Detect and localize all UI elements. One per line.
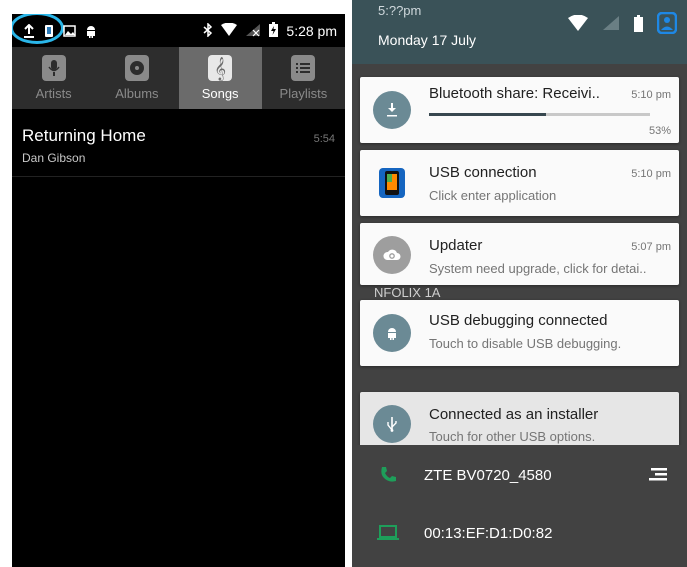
notification-updater[interactable]: Updater System need upgrade, click for d… (360, 223, 679, 285)
notification-usb-debugging[interactable]: USB debugging connected Touch to disable… (360, 300, 679, 366)
tab-artists-label: Artists (35, 86, 72, 101)
status-bar: 5:28 pm (12, 14, 345, 48)
notification-title: Updater (429, 237, 483, 254)
notification-subtitle: Touch for other USB options. (429, 429, 596, 444)
obscured-text: NFOLIX 1A (374, 285, 441, 300)
android-icon (373, 314, 411, 352)
notification-subtitle: System need upgrade, click for detai.. (429, 261, 647, 276)
device-label: ZTE BV0720_4580 (424, 466, 552, 484)
wifi-icon (568, 14, 588, 36)
upload-icon (22, 23, 36, 39)
tab-albums[interactable]: Albums (95, 47, 178, 109)
song-duration: 5:54 (313, 133, 335, 145)
playlist-icon (291, 55, 316, 81)
progress-bar (429, 113, 650, 116)
phone-icon (374, 466, 402, 484)
tab-songs[interactable]: 𝄞 Songs (178, 47, 262, 109)
no-signal-icon (245, 23, 261, 40)
tab-playlists[interactable]: Playlists (262, 47, 345, 109)
header-icons (568, 11, 678, 39)
progress-percent: 53% (648, 125, 671, 137)
laptop-icon (374, 525, 402, 541)
wifi-icon (221, 22, 238, 39)
device-label: 00:13:EF:D1:D0:82 (424, 524, 553, 542)
music-app-screen: 5:28 pm Artists Albums 𝄞 Songs Playlists… (12, 14, 345, 567)
usb-app-icon (377, 166, 407, 200)
battery-icon (634, 14, 643, 37)
download-icon (373, 91, 411, 129)
album-icon (124, 55, 149, 81)
status-right: 5:28 pm (203, 14, 337, 48)
notification-time: 5:10 pm (631, 89, 671, 101)
tab-playlists-label: Playlists (279, 86, 328, 101)
notification-bluetooth[interactable]: Bluetooth share: Receivi.. 5:10 pm 53% (360, 77, 679, 143)
user-icon[interactable] (656, 11, 678, 39)
quick-settings-header: 5:??pm Monday 17 July (352, 0, 687, 64)
treble-clef-icon: 𝄞 (208, 55, 233, 81)
song-artist: Dan Gibson (22, 151, 86, 165)
tab-albums-label: Albums (115, 86, 159, 101)
usb-app-small-icon (42, 23, 56, 39)
device-row[interactable]: 00:13:EF:D1:D0:82 (352, 505, 687, 561)
menu-lines-icon[interactable] (647, 465, 669, 488)
no-signal-icon (602, 15, 620, 36)
screenshot-root: 5:28 pm Artists Albums 𝄞 Songs Playlists… (0, 0, 687, 567)
notification-title: USB debugging connected (429, 312, 608, 329)
battery-icon (269, 22, 279, 40)
music-tabs: Artists Albums 𝄞 Songs Playlists (12, 47, 345, 109)
device-list: ZTE BV0720_4580 00:13:EF:D1:D0:82 (352, 445, 687, 567)
notification-subtitle: Touch to disable USB debugging. (429, 336, 622, 351)
notification-title: Bluetooth share: Receivi.. (429, 85, 600, 102)
tab-artists[interactable]: Artists (12, 47, 95, 109)
highlight-circle (12, 14, 64, 44)
usb-icon (373, 405, 411, 443)
header-time: 5:??pm (378, 3, 422, 18)
notification-title: USB connection (429, 164, 537, 181)
bluetooth-icon (203, 21, 213, 40)
notification-shade: 5:??pm Monday 17 July NFOLIX 1A Bluetoot… (352, 0, 687, 567)
notification-usb-connection[interactable]: USB connection Click enter application 5… (360, 150, 679, 216)
microphone-icon (41, 55, 66, 81)
device-row[interactable]: ZTE BV0720_4580 (352, 447, 687, 503)
notification-time: 5:07 pm (631, 241, 671, 253)
notification-time: 5:10 pm (631, 168, 671, 180)
list-item[interactable]: Returning Home Dan Gibson 5:54 (12, 121, 345, 177)
image-icon (62, 23, 76, 39)
status-time: 5:28 pm (286, 23, 337, 39)
song-title: Returning Home (22, 126, 146, 145)
progress-fill (429, 113, 547, 116)
notification-title: Connected as an installer (429, 406, 599, 423)
android-debug-icon (84, 23, 98, 39)
header-date: Monday 17 July (378, 32, 477, 48)
notification-subtitle: Click enter application (429, 188, 557, 203)
cloud-sync-icon (373, 236, 411, 274)
tab-songs-label: Songs (201, 86, 239, 101)
